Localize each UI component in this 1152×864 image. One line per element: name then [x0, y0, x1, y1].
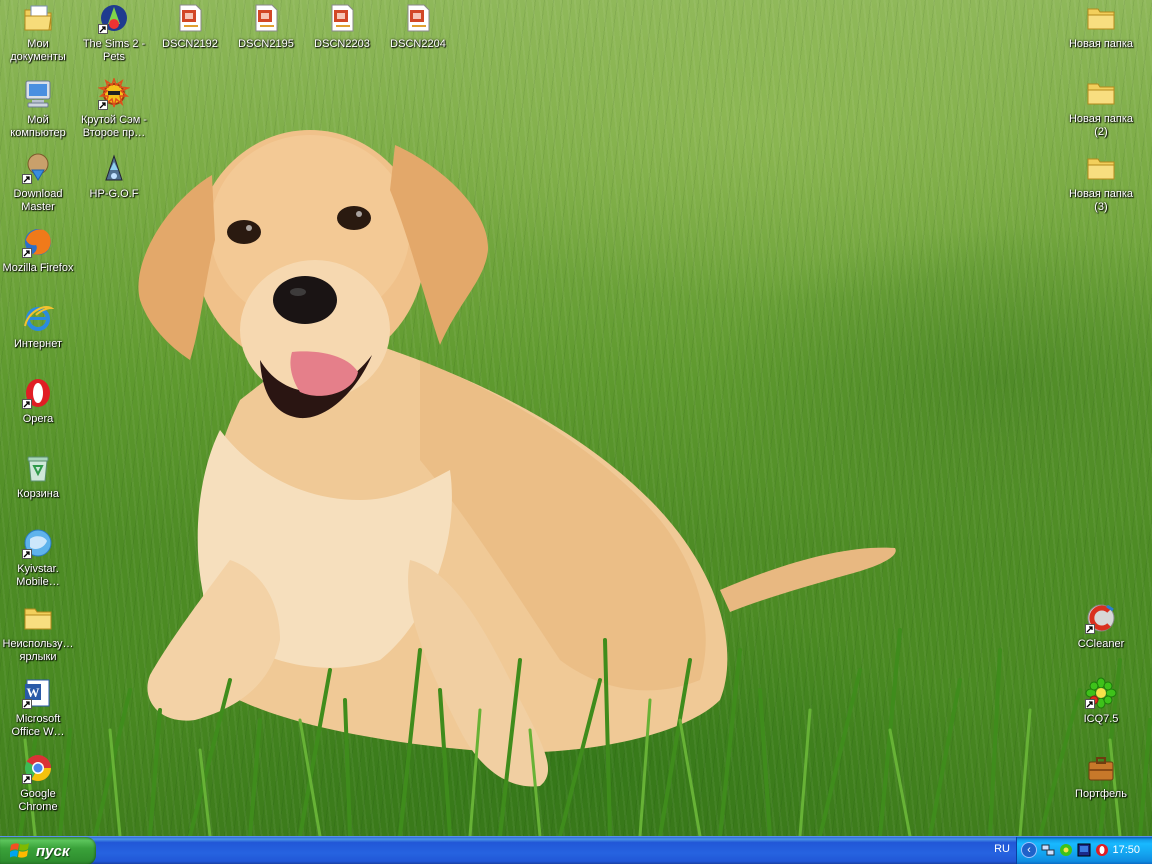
desktop-icon-download-master[interactable]: Download Master — [0, 152, 76, 214]
desktop-icon-opera[interactable]: Opera — [0, 377, 76, 426]
desktop-file-dscn2203[interactable]: DSCN2203 — [304, 2, 380, 51]
windows-logo-icon — [10, 843, 29, 858]
desktop-icon-my-documents[interactable]: Мои документы — [0, 2, 76, 64]
desktop-icon-label: The Sims 2 - Pets — [82, 38, 146, 63]
powerpoint-file-icon — [326, 2, 358, 34]
opera-tray-icon[interactable] — [1095, 843, 1109, 857]
kyivstar-icon — [22, 527, 54, 559]
desktop-icon-label: Портфель — [1075, 788, 1127, 800]
folder-icon — [22, 602, 54, 634]
start-button[interactable]: пуск — [0, 837, 96, 864]
svg-text:W: W — [27, 685, 40, 700]
powerpoint-file-icon — [174, 2, 206, 34]
word-icon: W — [22, 677, 54, 709]
start-label: пуск — [36, 842, 70, 860]
desktop-icon-label: DSCN2203 — [314, 38, 370, 50]
desktop-icon-label: Kyivstar. Mobile… — [16, 563, 60, 588]
desktop-icon-label: Новая папка (3) — [1068, 188, 1134, 213]
desktop-icon-recycle-bin[interactable]: Корзина — [0, 452, 76, 501]
desktop-icon-label: DSCN2192 — [162, 38, 218, 50]
shortcut-arrow-icon — [22, 248, 32, 258]
shortcut-arrow-icon — [98, 24, 108, 34]
shortcut-arrow-icon — [22, 699, 32, 709]
desktop-icon-label: Интернет — [14, 338, 62, 350]
powerpoint-file-icon — [402, 2, 434, 34]
desktop-icon-label: Корзина — [17, 488, 59, 500]
shortcut-arrow-icon — [98, 100, 108, 110]
monitor-tray-icon[interactable] — [1077, 843, 1091, 857]
desktop-icon-label: CCleaner — [1077, 638, 1125, 650]
desktop-icon-label: Microsoft Office W… — [11, 713, 65, 738]
desktop-icon-label: DSCN2204 — [390, 38, 446, 50]
desktop-folder-new-folder-2[interactable]: Новая папка (2) — [1063, 77, 1139, 139]
desktop-icon-serious-sam[interactable]: Крутой Сэм - Второе пр… — [76, 78, 152, 140]
recycle-bin-icon — [22, 452, 54, 484]
desktop-folder-new-folder-3[interactable]: Новая папка (3) — [1063, 152, 1139, 214]
desktop-icon-unused-shortcuts[interactable]: Неиспользу… ярлыки — [0, 602, 76, 664]
shortcut-arrow-icon — [1085, 699, 1095, 709]
desktop-icon-label: Мои документы — [10, 38, 66, 63]
desktop-icon-label: Крутой Сэм - Второе пр… — [81, 114, 147, 139]
taskbar: пуск RU ‹ 17:50 — [0, 836, 1152, 864]
desktop-icon-sims2-pets[interactable]: The Sims 2 - Pets — [76, 2, 152, 64]
powerpoint-file-icon — [250, 2, 282, 34]
download-master-icon — [22, 152, 54, 184]
desktop-icon-word[interactable]: W Microsoft Office W… — [0, 677, 76, 739]
system-tray: ‹ 17:50 — [1016, 837, 1152, 864]
desktop-icon-label: Google Chrome — [18, 788, 58, 813]
network-icon[interactable] — [1041, 843, 1055, 857]
desktop-icon-label: Мой компьютер — [10, 114, 66, 139]
desktop-icon-label: Mozilla Firefox — [2, 262, 74, 274]
desktop-file-dscn2192[interactable]: DSCN2192 — [152, 2, 228, 51]
desktop-icon-my-computer[interactable]: Мой компьютер — [0, 78, 76, 140]
serious-sam-icon — [98, 78, 130, 110]
icq-icon — [1085, 677, 1117, 709]
shortcut-arrow-icon — [1085, 624, 1095, 634]
desktop-icon-hp-gof[interactable]: HP-G.O.F — [76, 152, 152, 201]
desktop-icon-label: ICQ7.5 — [1083, 713, 1119, 725]
icq-tray-icon[interactable] — [1059, 843, 1073, 857]
folder-icon — [1085, 77, 1117, 109]
opera-icon — [22, 377, 54, 409]
show-hidden-icons-chevron-icon[interactable]: ‹ — [1021, 842, 1037, 858]
my-documents-icon — [22, 2, 54, 34]
shortcut-arrow-icon — [22, 399, 32, 409]
ccleaner-icon — [1085, 602, 1117, 634]
briefcase-icon — [1085, 752, 1117, 784]
shortcut-arrow-icon — [22, 774, 32, 784]
shortcut-arrow-icon — [22, 549, 32, 559]
desktop-icon-kyivstar[interactable]: Kyivstar. Mobile… — [0, 527, 76, 589]
desktop-icon-firefox[interactable]: Mozilla Firefox — [0, 226, 76, 275]
shortcut-arrow-icon — [22, 174, 32, 184]
desktop-wallpaper — [0, 0, 1152, 836]
desktop-icon-briefcase[interactable]: Портфель — [1063, 752, 1139, 801]
desktop-folder-new-folder[interactable]: Новая папка — [1063, 2, 1139, 51]
desktop-icon-label: Новая папка — [1068, 38, 1134, 50]
desktop-file-dscn2195[interactable]: DSCN2195 — [228, 2, 304, 51]
desktop-icon-ccleaner[interactable]: CCleaner — [1063, 602, 1139, 651]
desktop-icon-internet[interactable]: Интернет — [0, 302, 76, 351]
my-computer-icon — [22, 78, 54, 110]
system-clock[interactable]: 17:50 — [1112, 844, 1140, 856]
grass-foreground — [18, 628, 1152, 836]
desktop-icon-label: Opera — [22, 413, 54, 425]
hp-gof-icon — [98, 152, 130, 184]
desktop-icon-label: HP-G.O.F — [89, 188, 139, 200]
internet-explorer-icon — [22, 302, 54, 334]
desktop-icon-label: DSCN2195 — [238, 38, 294, 50]
desktop-icon-chrome[interactable]: Google Chrome — [0, 752, 76, 814]
chrome-icon — [22, 752, 54, 784]
desktop-icon-label: Download Master — [13, 188, 63, 213]
language-indicator[interactable]: RU — [994, 843, 1010, 855]
desktop-icon-label: Новая папка (2) — [1068, 113, 1134, 138]
sims2-icon — [98, 2, 130, 34]
desktop-icon-icq[interactable]: ICQ7.5 — [1063, 677, 1139, 726]
desktop-file-dscn2204[interactable]: DSCN2204 — [380, 2, 456, 51]
desktop-icon-label: Неиспользу… ярлыки — [2, 638, 74, 663]
firefox-icon — [22, 226, 54, 258]
folder-icon — [1085, 2, 1117, 34]
folder-icon — [1085, 152, 1117, 184]
